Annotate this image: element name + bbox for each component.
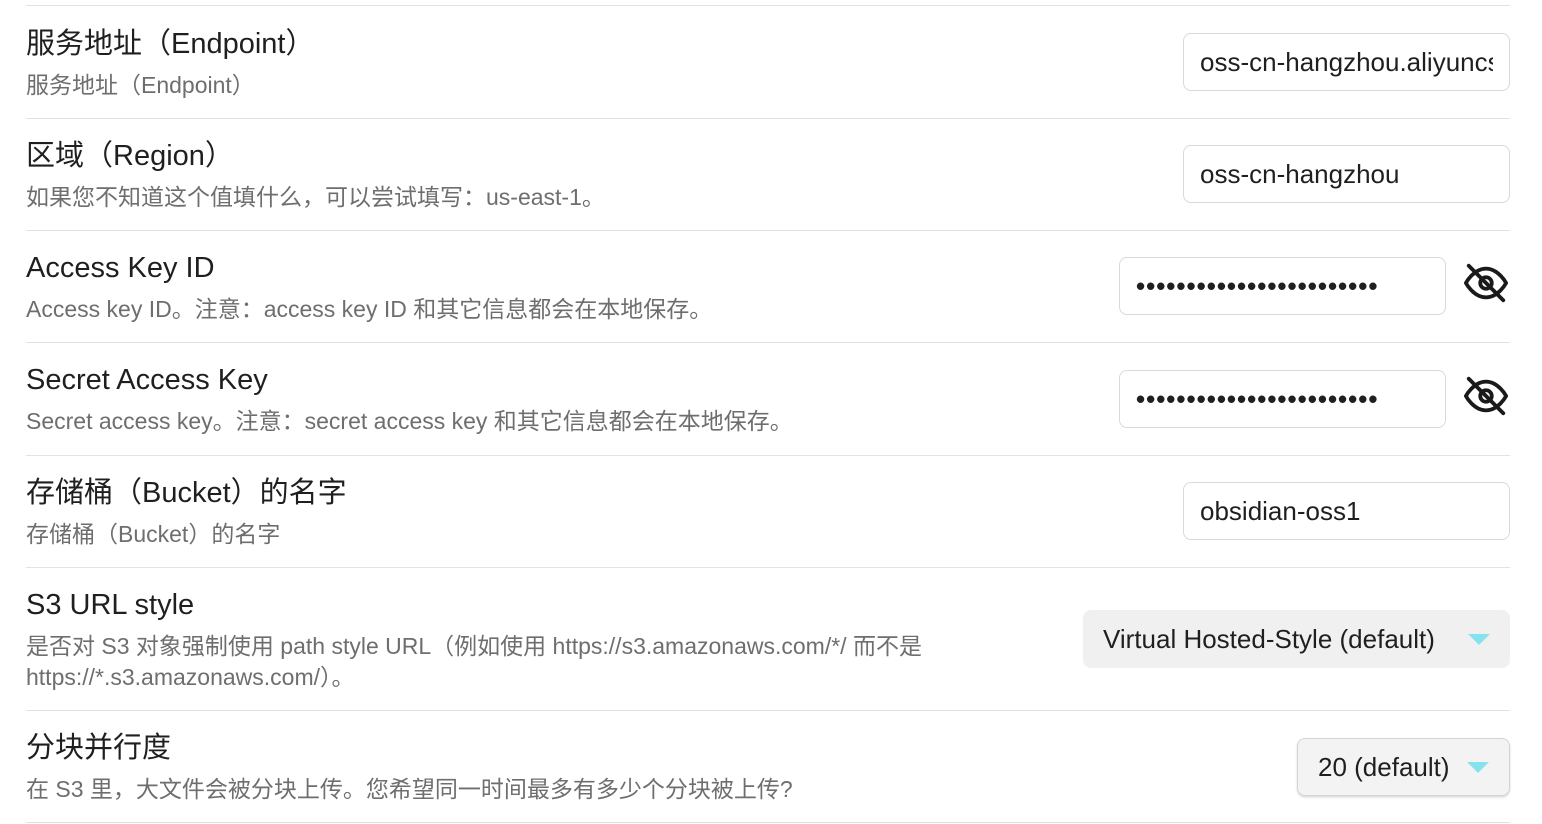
toggle-visibility-button[interactable] (1462, 259, 1510, 307)
select-value: Virtual Hosted-Style (default) (1103, 623, 1435, 654)
setting-name: Access Key ID (26, 252, 215, 284)
access-key-id-input[interactable] (1119, 257, 1446, 315)
setting-name: 存储桶（Bucket）的名字 (26, 477, 347, 509)
s3-url-style-select[interactable]: Virtual Hosted-Style (default) (1083, 610, 1510, 668)
eye-off-icon (1463, 376, 1509, 416)
setting-row-region: 区域（Region） 如果您不知道这个值填什么，可以尝试填写：us-east-1… (26, 118, 1510, 230)
setting-name: Secret Access Key (26, 364, 268, 396)
select-value: 20 (default) (1318, 751, 1450, 782)
chevron-down-icon (1467, 761, 1489, 773)
eye-off-icon (1463, 263, 1509, 303)
setting-row-bucket: 存储桶（Bucket）的名字 存储桶（Bucket）的名字 (26, 455, 1510, 567)
toggle-visibility-button[interactable] (1462, 372, 1510, 420)
setting-name: 服务地址（Endpoint） (26, 28, 315, 60)
setting-name: S3 URL style (26, 589, 195, 621)
setting-description: Access key ID。注意：access key ID 和其它信息都会在本… (26, 296, 713, 322)
secret-access-key-input[interactable] (1119, 370, 1446, 428)
setting-description: 存储桶（Bucket）的名字 (26, 521, 281, 547)
setting-description: 服务地址（Endpoint） (26, 72, 255, 98)
setting-row-access-key-id: Access Key ID Access key ID。注意：access ke… (26, 230, 1510, 342)
setting-description-line-2: https://*.s3.amazonaws.com/）。 (26, 664, 355, 690)
s3-settings-panel: 服务地址（Endpoint） 服务地址（Endpoint） 区域（Region）… (0, 0, 1542, 824)
region-input[interactable] (1183, 145, 1510, 203)
setting-row-secret-access-key: Secret Access Key Secret access key。注意：s… (26, 342, 1510, 455)
setting-row-s3-url-style: S3 URL style 是否对 S3 对象强制使用 path style UR… (26, 567, 1510, 710)
setting-description-line-1: 是否对 S3 对象强制使用 path style URL（例如使用 https:… (26, 633, 922, 659)
setting-row-part-concurrency: 分块并行度 在 S3 里，大文件会被分块上传。您希望同一时间最多有多少个分块被上… (26, 710, 1510, 823)
bucket-name-input[interactable] (1183, 482, 1510, 540)
chevron-down-icon (1468, 633, 1490, 645)
setting-description: 如果您不知道这个值填什么，可以尝试填写：us-east-1。 (26, 184, 605, 210)
setting-description: Secret access key。注意：secret access key 和… (26, 408, 793, 434)
part-concurrency-select[interactable]: 20 (default) (1297, 738, 1510, 796)
setting-name: 分块并行度 (26, 732, 172, 764)
endpoint-input[interactable] (1183, 33, 1510, 91)
setting-description: 在 S3 里，大文件会被分块上传。您希望同一时间最多有多少个分块被上传? (26, 776, 793, 802)
setting-row-endpoint: 服务地址（Endpoint） 服务地址（Endpoint） (26, 5, 1510, 118)
setting-name: 区域（Region） (26, 140, 234, 172)
